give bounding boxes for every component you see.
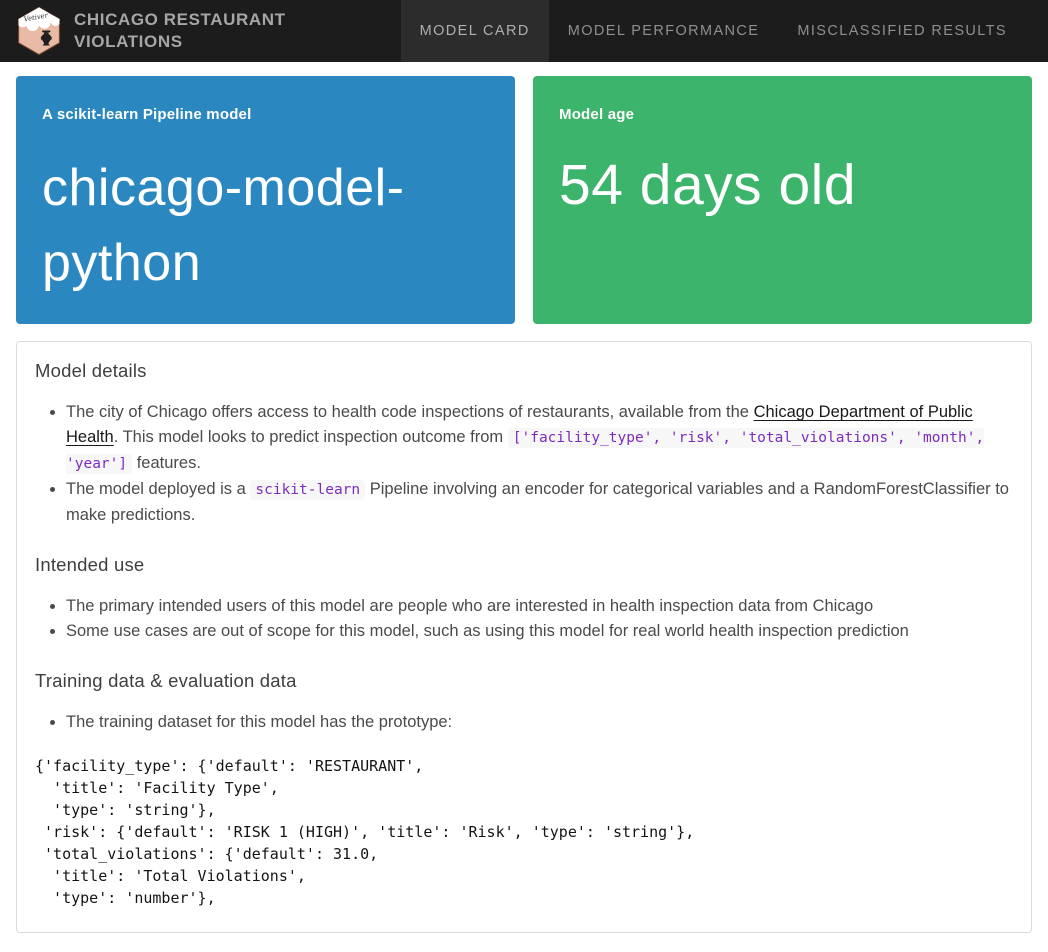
section-heading: Intended use — [35, 554, 1013, 576]
value-box-title: A scikit-learn Pipeline model — [42, 106, 489, 123]
body-text: The model deployed is a — [66, 480, 250, 498]
body-text: features. — [132, 454, 201, 472]
section-bullet-list: The primary intended users of this model… — [35, 594, 1013, 644]
section-bullet-list: The city of Chicago offers access to hea… — [35, 400, 1013, 528]
model-name-value: chicago-model-python — [42, 151, 489, 302]
vetiver-hex-logo: Vetiver — [16, 6, 62, 56]
model-card-panel: Model details The city of Chicago offers … — [16, 341, 1032, 933]
body-text: The city of Chicago offers access to hea… — [66, 403, 754, 421]
value-box-title: Model age — [559, 106, 1006, 123]
main-content: A scikit-learn Pipeline model chicago-mo… — [0, 62, 1048, 933]
tab-model-card[interactable]: MODEL CARD — [401, 0, 549, 62]
value-box-model-age: Model age 54 days old — [533, 76, 1032, 324]
section-bullet-list: The training dataset for this model has … — [35, 710, 1013, 735]
nav-tabs: MODEL CARDMODEL PERFORMANCEMISCLASSIFIED… — [401, 0, 1048, 62]
body-text: The primary intended users of this model… — [66, 597, 873, 615]
app-brand[interactable]: Vetiver CHICAGO RESTAURANT VIOLATIONS — [0, 0, 340, 62]
section-heading: Training data & evaluation data — [35, 670, 1013, 692]
model-age-value: 54 days old — [559, 151, 1006, 219]
body-text: The training dataset for this model has … — [66, 713, 452, 731]
section-heading: Model details — [35, 360, 1013, 382]
app-title: CHICAGO RESTAURANT VIOLATIONS — [74, 9, 324, 53]
inline-code: scikit-learn — [250, 480, 365, 500]
bullet-item: The primary intended users of this model… — [66, 594, 1013, 619]
body-text: Some use cases are out of scope for this… — [66, 622, 909, 640]
navbar: Vetiver CHICAGO RESTAURANT VIOLATIONS MO… — [0, 0, 1048, 62]
bullet-item: The city of Chicago offers access to hea… — [66, 400, 1013, 477]
value-box-row: A scikit-learn Pipeline model chicago-mo… — [16, 76, 1032, 324]
bullet-item: The model deployed is a scikit-learn Pip… — [66, 477, 1013, 528]
value-box-model-name: A scikit-learn Pipeline model chicago-mo… — [16, 76, 515, 324]
tab-misclassified-results[interactable]: MISCLASSIFIED RESULTS — [778, 0, 1026, 62]
training-prototype-code: {'facility_type': {'default': 'RESTAURAN… — [35, 755, 1013, 909]
bullet-item: Some use cases are out of scope for this… — [66, 619, 1013, 644]
tab-model-performance[interactable]: MODEL PERFORMANCE — [549, 0, 779, 62]
bullet-item: The training dataset for this model has … — [66, 710, 1013, 735]
body-text: . This model looks to predict inspection… — [114, 428, 508, 446]
